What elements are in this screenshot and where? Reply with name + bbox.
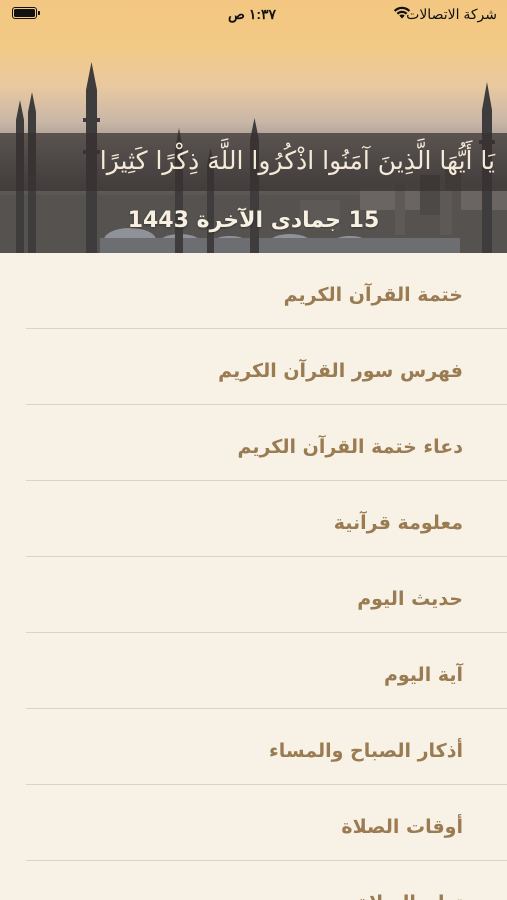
menu-item-surah-index[interactable]: فهرس سور القرآن الكريم: [0, 329, 507, 405]
menu-item-label: دعاء ختمة القرآن الكريم: [237, 436, 463, 458]
menu-item-label: أوقات الصلاة: [341, 816, 463, 838]
menu-item-quran-khatma[interactable]: ختمة القرآن الكريم: [0, 253, 507, 329]
main-menu: ختمة القرآن الكريم فهرس سور القرآن الكري…: [0, 253, 507, 900]
menu-item-hadith-of-day[interactable]: حديث اليوم: [0, 557, 507, 633]
carrier-label: شركة الاتصالات: [406, 6, 497, 22]
status-time: ١:٣٧ ص: [228, 6, 277, 22]
menu-item-quran-info[interactable]: معلومة قرآنية: [0, 481, 507, 557]
menu-item-label: فهرس سور القرآن الكريم: [218, 360, 463, 382]
menu-item-label: معلومة قرآنية: [333, 512, 463, 534]
ayah-banner: يَا أَيُّهَا الَّذِينَ آمَنُوا اذْكُرُوا…: [0, 133, 507, 191]
menu-item-learn-prayer[interactable]: تعلم الصلاة: [0, 861, 507, 900]
menu-item-ayah-of-day[interactable]: آية اليوم: [0, 633, 507, 709]
menu-item-adhkar[interactable]: أذكار الصباح والمساء: [0, 709, 507, 785]
menu-item-khatma-dua[interactable]: دعاء ختمة القرآن الكريم: [0, 405, 507, 481]
battery-icon: [12, 7, 40, 19]
hijri-date: 15 جمادى الآخرة 1443: [127, 208, 380, 233]
app-screen: شركة الاتصالات ١:٣٧ ص يَا أَيُّهَا الَّذ…: [0, 0, 507, 900]
menu-item-label: ختمة القرآن الكريم: [283, 284, 463, 306]
wifi-icon: [393, 6, 411, 22]
header-banner: شركة الاتصالات ١:٣٧ ص يَا أَيُّهَا الَّذ…: [0, 0, 507, 253]
status-bar: شركة الاتصالات ١:٣٧ ص: [0, 0, 507, 30]
menu-item-label: آية اليوم: [383, 664, 463, 686]
menu-item-label: حديث اليوم: [357, 588, 463, 610]
menu-item-prayer-times[interactable]: أوقات الصلاة: [0, 785, 507, 861]
ayah-text: يَا أَيُّهَا الَّذِينَ آمَنُوا اذْكُرُوا…: [99, 146, 495, 175]
menu-item-label: أذكار الصباح والمساء: [269, 740, 463, 762]
menu-item-label: تعلم الصلاة: [358, 861, 463, 900]
